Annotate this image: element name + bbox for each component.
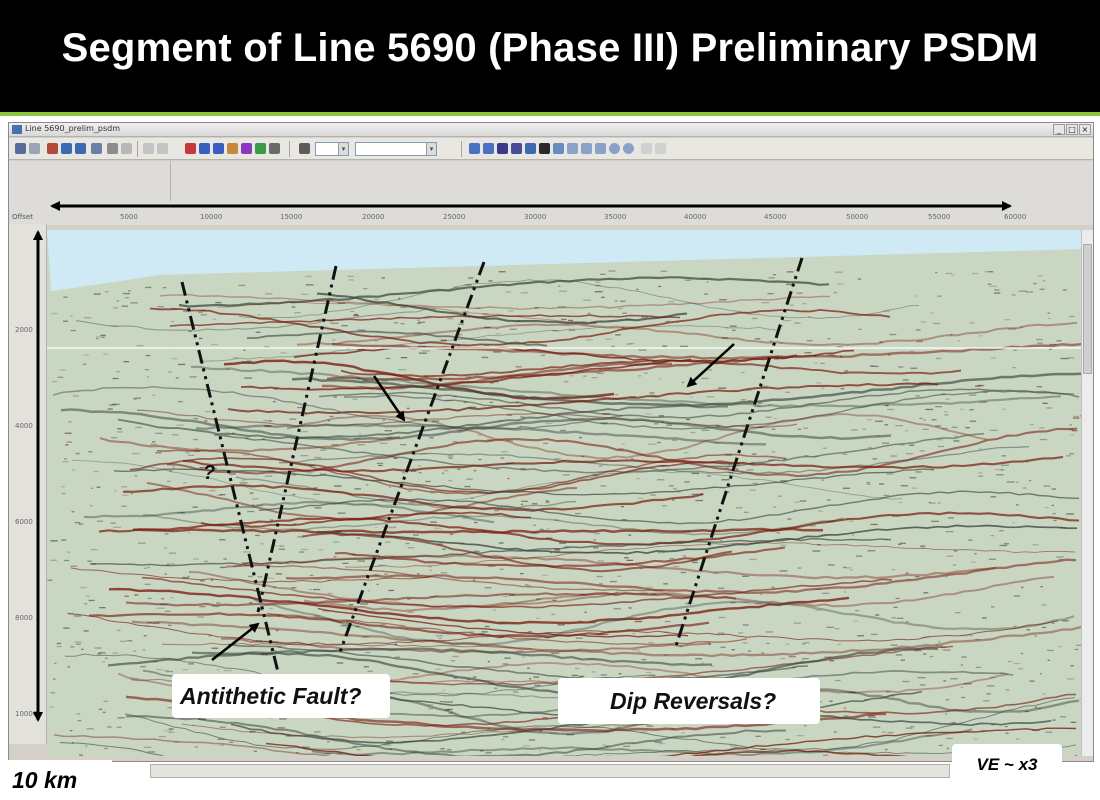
distance-label: 60 km: [490, 9, 553, 34]
wiggle-icon[interactable]: [213, 143, 224, 154]
antithetic-fault-callout: Antithetic Fault?: [172, 674, 390, 718]
close-icon[interactable]: ×: [1079, 124, 1091, 135]
question-mark-label: ?: [203, 462, 216, 484]
status-bar: [150, 764, 950, 778]
toolbar-separator: [289, 141, 290, 157]
zoom-out-icon[interactable]: [75, 143, 86, 154]
check-icon[interactable]: [483, 143, 494, 154]
font-icon[interactable]: [511, 143, 522, 154]
vertical-scrollbar[interactable]: [1081, 230, 1093, 756]
maximize-icon[interactable]: □: [1066, 124, 1078, 135]
forward-icon[interactable]: [655, 143, 666, 154]
pan-icon[interactable]: [47, 143, 58, 154]
grid-icon[interactable]: [269, 143, 280, 154]
print-icon[interactable]: [107, 143, 118, 154]
offset-tick-label: 15000: [280, 213, 303, 221]
vertical-scale-label: 10 km: [0, 760, 112, 800]
east-label: E: [986, 4, 1001, 29]
redo-icon[interactable]: [157, 143, 168, 154]
scale-select[interactable]: ▾: [315, 142, 349, 156]
offset-tick-label: 50000: [846, 213, 869, 221]
depth-tick-label: 8000: [15, 614, 33, 622]
offset-tick-label: 20000: [362, 213, 385, 221]
app-icon: [12, 125, 22, 134]
polygon-icon[interactable]: [567, 143, 578, 154]
offset-tick-label: 5000: [120, 213, 138, 221]
add-marker-icon[interactable]: [185, 143, 196, 154]
search-icon[interactable]: [121, 143, 132, 154]
save-icon[interactable]: [91, 143, 102, 154]
settings-icon[interactable]: [299, 143, 310, 154]
fill-icon[interactable]: [525, 143, 536, 154]
square-icon[interactable]: [595, 143, 606, 154]
chevron-down-icon[interactable]: ▾: [426, 143, 436, 155]
pointer-icon[interactable]: [15, 143, 26, 154]
pencil-icon[interactable]: [553, 143, 564, 154]
west-label: W: [55, 6, 76, 31]
ruler-left-panel: [9, 161, 171, 201]
window-title: Line 5690_prelim_psdm: [25, 124, 121, 133]
horizon-icon[interactable]: [227, 143, 238, 154]
undo-icon[interactable]: [143, 143, 154, 154]
color-scale-icon[interactable]: [255, 143, 266, 154]
trace-icon[interactable]: [199, 143, 210, 154]
minimize-icon[interactable]: _: [1053, 124, 1065, 135]
offset-tick-label: 40000: [684, 213, 707, 221]
offset-tick-label: 60000: [1004, 213, 1027, 221]
offset-tick-label: 30000: [524, 213, 547, 221]
ellipse-icon[interactable]: [609, 143, 620, 154]
select-icon[interactable]: [29, 143, 40, 154]
draw-line-icon[interactable]: [469, 143, 480, 154]
offset-axis-label: Offset: [12, 213, 34, 221]
rectangle-icon[interactable]: [581, 143, 592, 154]
offset-tick-label: 45000: [764, 213, 787, 221]
depth-axis: 2000 4000 6000 8000 10000: [9, 224, 47, 744]
window-titlebar[interactable]: Line 5690_prelim_psdm _ □ ×: [9, 123, 1093, 137]
chevron-down-icon[interactable]: ▾: [338, 143, 348, 155]
window-controls: _ □ ×: [1053, 124, 1091, 135]
scrollbar-thumb[interactable]: [1083, 244, 1092, 374]
point-icon[interactable]: [539, 143, 550, 154]
zoom-in-icon[interactable]: [61, 143, 72, 154]
fault-icon[interactable]: [241, 143, 252, 154]
depth-tick-label: 10000: [15, 710, 38, 718]
back-icon[interactable]: [641, 143, 652, 154]
dip-reversals-callout: Dip Reversals?: [558, 678, 820, 724]
offset-tick-label: 55000: [928, 213, 951, 221]
toolbar-separator: [137, 141, 138, 157]
vertical-exaggeration-label: VE ~ x3: [952, 744, 1062, 786]
offset-tick-label: 10000: [200, 213, 223, 221]
depth-tick-label: 4000: [15, 422, 33, 430]
toolbar-separator: [461, 141, 462, 157]
text-tool-icon[interactable]: [497, 143, 508, 154]
title-accent-line: [0, 112, 1100, 116]
dataset-select[interactable]: ▾: [355, 142, 437, 156]
circle-icon[interactable]: [623, 143, 634, 154]
offset-tick-label: 35000: [604, 213, 627, 221]
toolbar: ▾ ▾: [9, 138, 1093, 160]
offset-tick-label: 25000: [443, 213, 466, 221]
depth-tick-label: 6000: [15, 518, 33, 526]
depth-tick-label: 2000: [15, 326, 33, 334]
